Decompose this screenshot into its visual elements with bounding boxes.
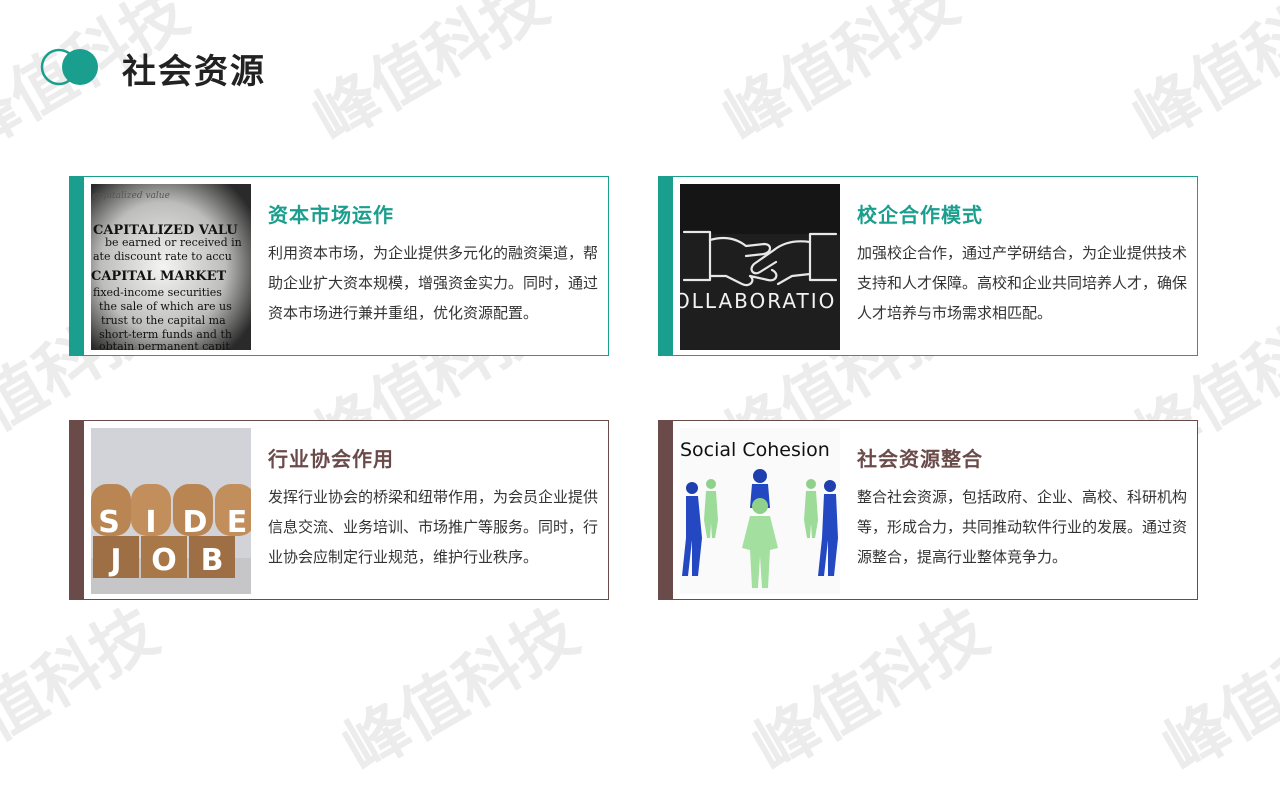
- card-resource-integration: Social Cohesion 社会资源整合 整合社会资源，包括政府、企业、高校…: [658, 420, 1198, 600]
- capital-market-photo: capitalized value CAPITALIZED VALU be ea…: [91, 184, 251, 350]
- photo-text: OLLABORATIO: [680, 289, 836, 313]
- watermark: 峰值科技: [711, 0, 971, 158]
- photo-text: Social Cohesion: [680, 439, 830, 461]
- watermark: 峰值科技: [1151, 595, 1280, 788]
- side-job-photo: S I D E J O B: [91, 428, 251, 594]
- card-title: 校企合作模式: [857, 203, 983, 227]
- collaboration-photo: OLLABORATIO: [680, 184, 840, 350]
- watermark: 峰值科技: [1121, 0, 1280, 158]
- photo-text: fixed-income securities: [93, 286, 222, 299]
- card-body: 加强校企合作，通过产学研结合，为企业提供技术支持和人才保障。高校和企业共同培养人…: [857, 244, 1188, 322]
- block-letter: O: [151, 543, 177, 578]
- photo-text: trust to the capital ma: [101, 314, 226, 327]
- photo-text: the sale of which are us: [99, 300, 232, 313]
- card-accent-bar: [659, 177, 673, 355]
- card-body: 发挥行业协会的桥梁和纽带作用，为会员企业提供信息交流、业务培训、市场推广等服务。…: [268, 488, 599, 566]
- circles-logo-icon: [40, 48, 98, 86]
- card-industry-association: S I D E J O B 行业协会作用 发挥行业协会的桥梁和纽带作用，为会员企…: [69, 420, 609, 600]
- card-body: 利用资本市场，为企业提供多元化的融资渠道，帮助企业扩大资本规模，增强资金实力。同…: [268, 244, 599, 322]
- card-title: 行业协会作用: [268, 447, 394, 471]
- block-letter: B: [201, 543, 224, 578]
- watermark: 峰值科技: [0, 595, 171, 788]
- photo-text: capitalized value: [93, 191, 170, 201]
- watermark: 峰值科技: [741, 595, 1001, 788]
- block-letter: E: [227, 505, 248, 540]
- photo-text: be earned or received in: [105, 236, 242, 249]
- block-letter: I: [145, 505, 156, 540]
- photo-text: obtain permanent capit: [99, 340, 230, 350]
- card-accent-bar: [70, 421, 84, 599]
- photo-text: ate discount rate to accu: [93, 250, 232, 263]
- card-accent-bar: [70, 177, 84, 355]
- card-body: 整合社会资源，包括政府、企业、高校、科研机构等，形成合力，共同推动软件行业的发展…: [857, 488, 1188, 566]
- watermark: 峰值科技: [301, 0, 561, 158]
- photo-text: CAPITAL MARKET: [91, 269, 226, 284]
- social-cohesion-photo: Social Cohesion: [680, 428, 840, 594]
- card-capital-market: capitalized value CAPITALIZED VALU be ea…: [69, 176, 609, 356]
- watermark: 峰值科技: [331, 595, 591, 788]
- block-letter: S: [98, 505, 120, 540]
- page-title: 社会资源: [122, 52, 266, 92]
- card-title: 资本市场运作: [268, 203, 394, 227]
- card-school-enterprise: OLLABORATIO 校企合作模式 加强校企合作，通过产学研结合，为企业提供技…: [658, 176, 1198, 356]
- block-letter: J: [108, 543, 121, 578]
- card-title: 社会资源整合: [857, 447, 983, 471]
- card-accent-bar: [659, 421, 673, 599]
- block-letter: D: [183, 505, 208, 540]
